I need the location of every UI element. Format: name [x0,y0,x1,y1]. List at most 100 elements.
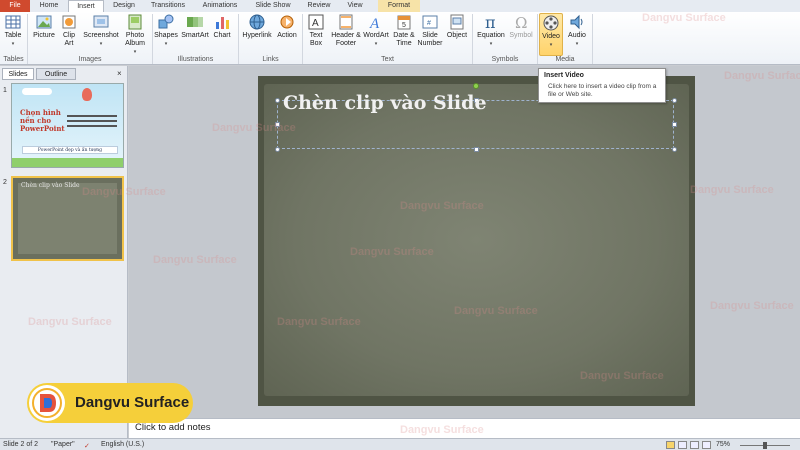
text-box-label: Text Box [309,32,323,47]
watermark: Dangvu Surface [82,186,166,198]
slide-number-button[interactable]: # Slide Number [416,13,444,48]
picture-button[interactable]: Picture [31,13,57,40]
watermark: Dangvu Surface [400,200,484,212]
tab-insert[interactable]: Insert [68,0,104,12]
resize-handle-br[interactable] [672,147,677,152]
group-label-images: Images [78,56,102,63]
slide-number-icon: # [422,15,438,29]
group-label-links: Links [262,56,279,63]
hyperlink-button[interactable]: Hyperlink [240,13,274,40]
logo-mark-icon [32,388,62,418]
chart-button[interactable]: Chart [211,13,233,40]
slide-title[interactable]: Chèn clip vào Slide [283,92,487,114]
tab-format[interactable]: Format [378,0,420,12]
chart-label: Chart [213,32,231,39]
slide-show-button[interactable] [702,441,711,449]
clip-art-button[interactable]: Clip Art [59,13,79,48]
watermark: Dangvu Surface [724,70,800,82]
slide-thumbnail-1[interactable]: Chọn hình nền cho PowerPoint PowerPoint … [11,83,124,168]
tab-view[interactable]: View [340,0,370,12]
tab-outline[interactable]: Outline [36,68,76,80]
resize-handle-r[interactable] [672,122,677,127]
date-time-label: Date & Time [393,32,415,47]
video-label: Video [542,33,560,40]
smartart-icon [187,17,203,27]
svg-text:5: 5 [402,22,406,29]
resize-handle-bl[interactable] [275,147,280,152]
svg-text:π: π [485,13,496,31]
slide-number-2: 2 [3,179,7,186]
tab-design[interactable]: Design [107,0,141,12]
group-label-illustrations: Illustrations [177,56,214,63]
audio-button[interactable]: Audio ▾ [565,13,589,48]
wordart-button[interactable]: A WordArt ▾ [362,13,390,48]
wordart-icon: A [369,16,380,31]
tab-slide-show[interactable]: Slide Show [248,0,298,12]
photo-album-label: Photo Album [125,32,145,47]
slide-sorter-button[interactable] [678,441,687,449]
normal-view-button[interactable] [666,441,675,449]
watermark: Dangvu Surface [212,122,296,134]
theme-name: "Paper" [51,441,75,448]
group-label-media: Media [555,56,575,63]
photo-album-button[interactable]: Photo Album ▾ [120,13,150,56]
slide-number-label: Slide Number [417,32,443,47]
text-box-icon: A [308,14,324,30]
resize-handle-tr[interactable] [672,98,677,103]
watermark: Dangvu Surface [710,300,794,312]
date-time-button[interactable]: 5 Date & Time [391,13,417,48]
screenshot-label: Screenshot [83,32,119,39]
table-button[interactable]: Table ▾ [2,13,24,48]
object-button[interactable]: Object [445,13,469,40]
group-label-tables: Tables [3,56,24,63]
spell-check-icon[interactable]: ✓ [84,441,93,449]
svg-text:Ω: Ω [515,14,527,31]
chart-icon [216,17,229,29]
status-bar: Slide 2 of 2 "Paper" ✓ English (U.S.) 75… [0,438,800,450]
action-label: Action [277,32,297,39]
film-reel-icon [543,15,559,31]
tab-animations[interactable]: Animations [196,0,244,12]
picture-label: Picture [33,32,55,39]
wordart-label: WordArt [363,32,389,39]
watermark: Dangvu Surface [153,254,237,266]
thumb1-line-3: PowerPoint [20,124,65,133]
svg-text:A: A [369,16,380,31]
brand-logo: Dangvu Surface [27,383,193,423]
resize-handle-tl[interactable] [275,98,280,103]
video-button[interactable]: Video ▾ [539,13,563,56]
tab-review[interactable]: Review [302,0,336,12]
smartart-button[interactable]: SmartArt [180,13,210,40]
watermark: Dangvu Surface [28,316,112,328]
screenshot-icon [93,15,109,28]
svg-text:✓: ✓ [84,443,90,449]
text-box-button[interactable]: A Text Box [305,13,327,48]
action-button[interactable]: Action [275,13,299,40]
screenshot-button[interactable]: Screenshot ▾ [82,13,120,48]
language[interactable]: English (U.S.) [101,441,144,448]
object-label: Object [446,32,468,39]
tab-home[interactable]: Home [34,0,64,12]
tab-file[interactable]: File [0,0,30,12]
close-pane-icon[interactable]: × [117,69,122,78]
logo-text: Dangvu Surface [75,394,190,411]
equation-button[interactable]: π Equation ▾ [475,13,507,48]
rotate-handle[interactable] [473,83,479,89]
thumb2-title: Chèn clip vào Slide [21,182,80,189]
header-footer-button[interactable]: Header & Footer [331,13,361,48]
symbol-label: Symbol [509,32,533,39]
reading-view-button[interactable] [690,441,699,449]
date-time-icon: 5 [397,15,411,30]
zoom-level[interactable]: 75% [716,441,730,448]
tooltip-description: Click here to insert a video clip from a… [548,83,657,98]
zoom-slider-thumb[interactable] [763,442,767,449]
table-icon [5,15,21,29]
symbol-button[interactable]: Ω Symbol [508,13,534,40]
tab-transitions[interactable]: Transitions [144,0,192,12]
resize-handle-b[interactable] [474,147,479,152]
tooltip-title: Insert Video [544,72,584,79]
object-icon [450,14,464,30]
tab-slides[interactable]: Slides [2,68,34,80]
equation-label: Equation [477,32,505,39]
shapes-button[interactable]: Shapes ▾ [154,13,178,48]
